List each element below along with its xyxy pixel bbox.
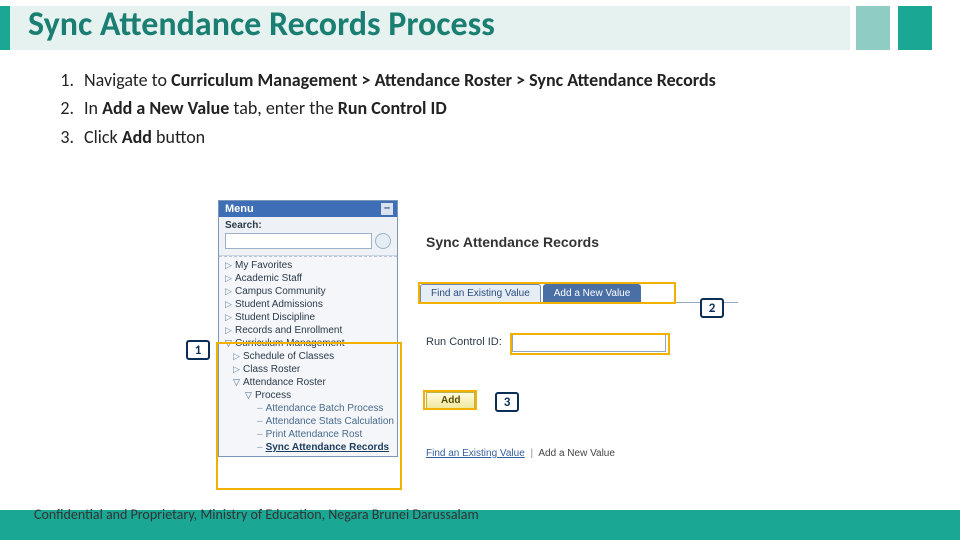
nav-item[interactable]: ▷Schedule of Classes [219, 350, 397, 363]
chevron-right-icon: ▷ [225, 312, 233, 323]
nav-item-attendance-roster[interactable]: ▽Attendance Roster [219, 376, 397, 389]
nav-link[interactable]: –Attendance Batch Process [219, 402, 397, 415]
callout-3: 3 [495, 392, 519, 412]
nav-search-go-icon[interactable] [375, 233, 391, 249]
nav-link[interactable]: –Attendance Stats Calculation [219, 415, 397, 428]
run-control-id-input[interactable] [512, 334, 666, 352]
instruction-item: 3. Click Add button [54, 125, 906, 149]
run-control-id-field [512, 334, 666, 352]
chevron-down-icon: ▽ [225, 338, 233, 349]
instruction-text: Navigate to Curriculum Management > Atte… [84, 68, 906, 92]
chevron-right-icon: ▷ [225, 299, 233, 310]
nav-link-sync-attendance-records[interactable]: –Sync Attendance Records [219, 441, 397, 454]
callout-2: 2 [700, 298, 724, 318]
link-find-existing-value[interactable]: Find an Existing Value [426, 448, 525, 459]
instruction-text: Click Add button [84, 125, 906, 149]
nav-menu-panel: Menu – Search: ▷My Favorites ▷Academic S… [218, 200, 398, 457]
instruction-text: In Add a New Value tab, enter the Run Co… [84, 96, 906, 120]
chevron-down-icon: ▽ [233, 377, 241, 388]
nav-search-input[interactable] [225, 233, 372, 249]
footer-bar: Confidential and Proprietary, Ministry o… [0, 510, 960, 540]
nav-search-label: Search: [225, 220, 262, 231]
chevron-right-icon: ▷ [225, 273, 233, 284]
callout-1: 1 [186, 340, 210, 360]
title-accent-block-light [856, 6, 890, 50]
nav-item-curriculum-management[interactable]: ▽Curriculum Management [219, 337, 397, 350]
add-button[interactable]: Add [426, 392, 475, 409]
nav-item-process[interactable]: ▽Process [219, 389, 397, 402]
instruction-item: 2. In Add a New Value tab, enter the Run… [54, 96, 906, 120]
page-title: Sync Attendance Records Process [28, 4, 495, 45]
nav-item[interactable]: ▷Student Admissions [219, 298, 397, 311]
title-bar: Sync Attendance Records Process [0, 0, 960, 56]
tab-find-existing-value[interactable]: Find an Existing Value [420, 284, 541, 302]
instruction-number: 2. [54, 96, 84, 120]
nav-item[interactable]: ▷My Favorites [219, 259, 397, 272]
minimize-icon[interactable]: – [381, 203, 393, 215]
screenshot-area: Menu – Search: ▷My Favorites ▷Academic S… [218, 200, 748, 500]
instruction-number: 3. [54, 125, 84, 149]
nav-item[interactable]: ▷Records and Enrollment [219, 324, 397, 337]
tab-strip: Find an Existing Value Add a New Value [420, 284, 643, 302]
instruction-list: 1. Navigate to Curriculum Management > A… [54, 68, 906, 149]
title-accent-block-dark [898, 6, 932, 50]
link-add-new-value: Add a New Value [538, 448, 615, 459]
tab-add-new-value[interactable]: Add a New Value [543, 284, 642, 302]
instruction-number: 1. [54, 68, 84, 92]
chevron-right-icon: ▷ [233, 351, 241, 362]
nav-item[interactable]: ▷Campus Community [219, 285, 397, 298]
nav-item[interactable]: ▷Academic Staff [219, 272, 397, 285]
chevron-down-icon: ▽ [245, 390, 253, 401]
mode-links: Find an Existing Value | Add a New Value [426, 448, 615, 459]
chevron-right-icon: ▷ [225, 260, 233, 271]
nav-menu-list: ▷My Favorites ▷Academic Staff ▷Campus Co… [219, 256, 397, 456]
nav-item[interactable]: ▷Class Roster [219, 363, 397, 376]
add-button-wrap: Add [426, 392, 475, 409]
run-control-id-label: Run Control ID: [426, 336, 502, 348]
nav-link[interactable]: –Print Attendance Rost [219, 428, 397, 441]
nav-search: Search: [219, 217, 397, 256]
component-heading: Sync Attendance Records [426, 234, 599, 250]
chevron-right-icon: ▷ [225, 325, 233, 336]
footer-text: Confidential and Proprietary, Ministry o… [34, 506, 479, 523]
nav-menu-title: Menu – [219, 201, 397, 217]
chevron-right-icon: ▷ [233, 364, 241, 375]
chevron-right-icon: ▷ [225, 286, 233, 297]
nav-item[interactable]: ▷Student Discipline [219, 311, 397, 324]
tab-underline [418, 302, 738, 303]
instruction-item: 1. Navigate to Curriculum Management > A… [54, 68, 906, 92]
